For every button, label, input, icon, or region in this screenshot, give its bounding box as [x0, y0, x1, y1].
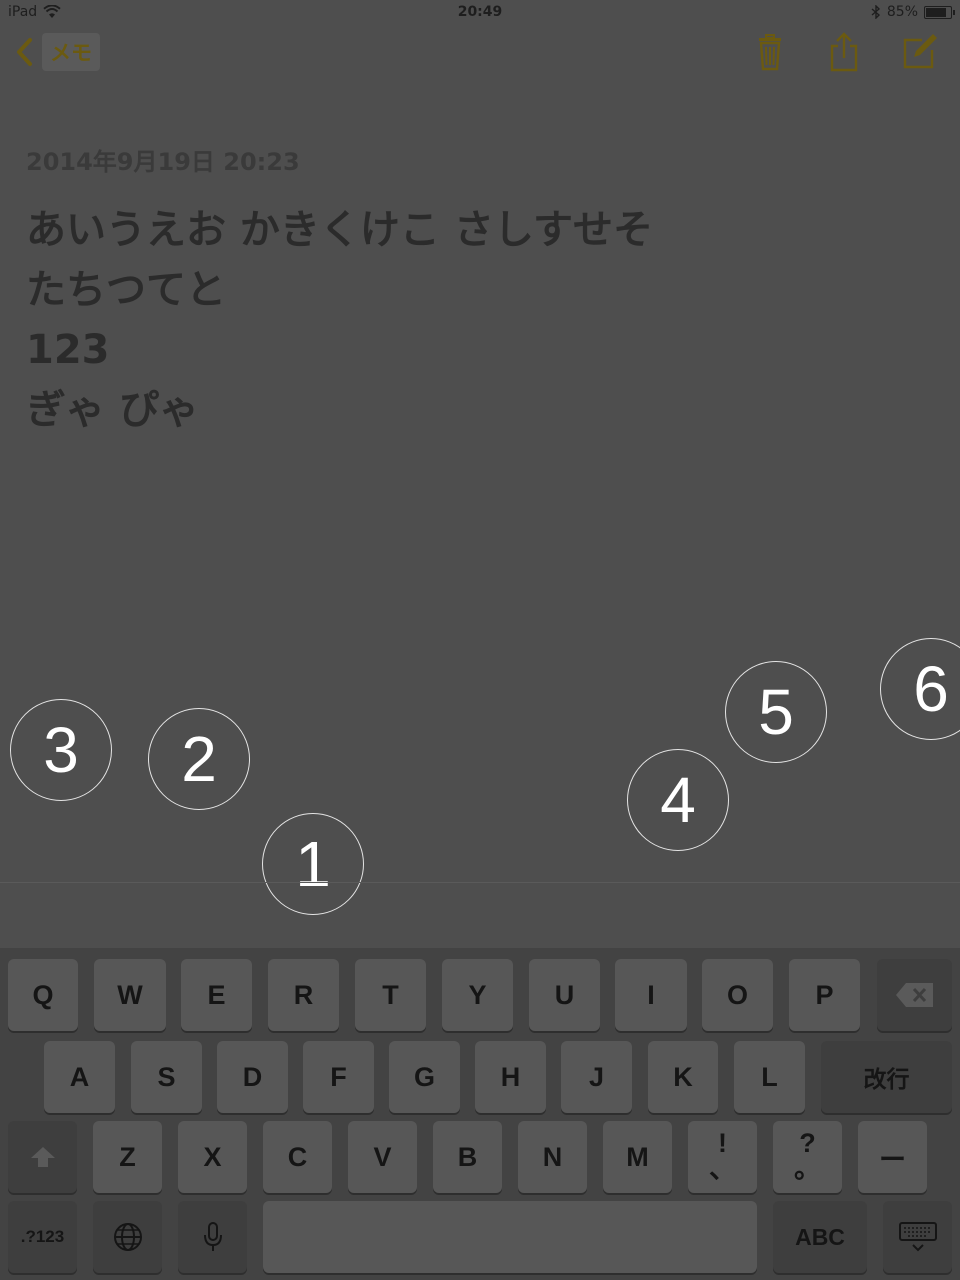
keyboard: Q W E R T Y U I O P A S D F G H J K L 改行… — [0, 948, 960, 1280]
note-body[interactable]: あいうえお かきくけこ さしすせそ たちつてと 123 ぎゃ ぴゃ — [26, 200, 926, 440]
key-j[interactable]: J — [561, 1041, 632, 1113]
space-key[interactable] — [263, 1201, 757, 1273]
key-question-stack: ? 。 — [794, 1130, 821, 1184]
abc-key[interactable]: ABC — [773, 1201, 867, 1273]
battery-icon — [924, 5, 955, 19]
note-date: 2014年9月19日 20:23 — [26, 148, 300, 176]
key-v[interactable]: V — [348, 1121, 417, 1193]
key-x[interactable]: X — [178, 1121, 247, 1193]
annotation-circle-2: 2 — [148, 708, 250, 810]
bluetooth-icon — [871, 5, 880, 19]
battery-fill — [926, 7, 947, 17]
key-exclaim-comma[interactable]: ! 、 — [688, 1121, 757, 1193]
key-p[interactable]: P — [789, 959, 860, 1031]
nav-bar: メモ — [0, 26, 960, 82]
trash-icon[interactable] — [750, 32, 790, 72]
note-line: あいうえお かきくけこ さしすせそ — [26, 207, 654, 253]
key-g[interactable]: G — [389, 1041, 460, 1113]
key-n[interactable]: N — [518, 1121, 587, 1193]
key-period-bottom: 。 — [794, 1154, 821, 1184]
globe-key[interactable] — [93, 1201, 162, 1273]
status-time: 20:49 — [457, 4, 503, 20]
key-i[interactable]: I — [615, 959, 687, 1031]
shift-key[interactable] — [8, 1121, 77, 1193]
annotation-circle-3: 3 — [10, 699, 112, 801]
microphone-icon — [203, 1222, 222, 1251]
content-divider — [0, 882, 960, 883]
key-comma-bottom: 、 — [709, 1154, 736, 1184]
key-d[interactable]: D — [217, 1041, 288, 1113]
battery-percent: 85% — [886, 4, 918, 20]
key-f[interactable]: F — [303, 1041, 374, 1113]
key-c[interactable]: C — [263, 1121, 332, 1193]
note-line: 123 — [26, 327, 110, 373]
annotation-circle-5: 5 — [725, 661, 827, 763]
key-k[interactable]: K — [648, 1041, 718, 1113]
key-y[interactable]: Y — [442, 959, 513, 1031]
shift-icon — [30, 1147, 55, 1167]
key-e[interactable]: E — [181, 959, 252, 1031]
annotation-circle-6: 6 — [880, 638, 960, 740]
numbers-key[interactable]: .?123 — [8, 1201, 77, 1273]
key-question-period[interactable]: ? 。 — [773, 1121, 842, 1193]
annotation-circle-4: 4 — [627, 749, 729, 851]
key-a[interactable]: A — [44, 1041, 115, 1113]
back-button-label: メモ — [42, 33, 100, 71]
key-b[interactable]: B — [433, 1121, 502, 1193]
key-o[interactable]: O — [702, 959, 773, 1031]
backspace-icon — [895, 983, 933, 1007]
compose-icon[interactable] — [900, 32, 940, 72]
key-l[interactable]: L — [734, 1041, 805, 1113]
keyboard-dismiss-icon — [898, 1222, 937, 1252]
note-line: ぎゃ ぴゃ — [26, 387, 200, 433]
annotation-circle-1: 1 — [262, 813, 364, 915]
key-h[interactable]: H — [475, 1041, 546, 1113]
status-bar: iPad 20:49 85% — [0, 0, 960, 26]
key-w[interactable]: W — [94, 959, 166, 1031]
delete-key[interactable] — [877, 959, 952, 1031]
chevron-left-icon — [17, 38, 32, 66]
globe-icon — [113, 1223, 142, 1251]
key-r[interactable]: R — [268, 959, 339, 1031]
back-button[interactable]: メモ — [14, 33, 100, 71]
key-t[interactable]: T — [355, 959, 426, 1031]
status-right: 85% — [871, 4, 955, 20]
key-s[interactable]: S — [131, 1041, 202, 1113]
return-key[interactable]: 改行 — [821, 1041, 952, 1113]
key-z[interactable]: Z — [93, 1121, 162, 1193]
key-long-dash[interactable]: ー — [858, 1121, 927, 1193]
key-exclaim-stack: ! 、 — [709, 1130, 736, 1184]
dismiss-keyboard-key[interactable] — [883, 1201, 952, 1273]
key-q[interactable]: Q — [8, 959, 78, 1031]
dictation-key[interactable] — [178, 1201, 247, 1273]
note-line: たちつてと — [26, 267, 226, 313]
key-m[interactable]: M — [603, 1121, 672, 1193]
key-u[interactable]: U — [529, 959, 600, 1031]
share-icon[interactable] — [824, 32, 864, 72]
